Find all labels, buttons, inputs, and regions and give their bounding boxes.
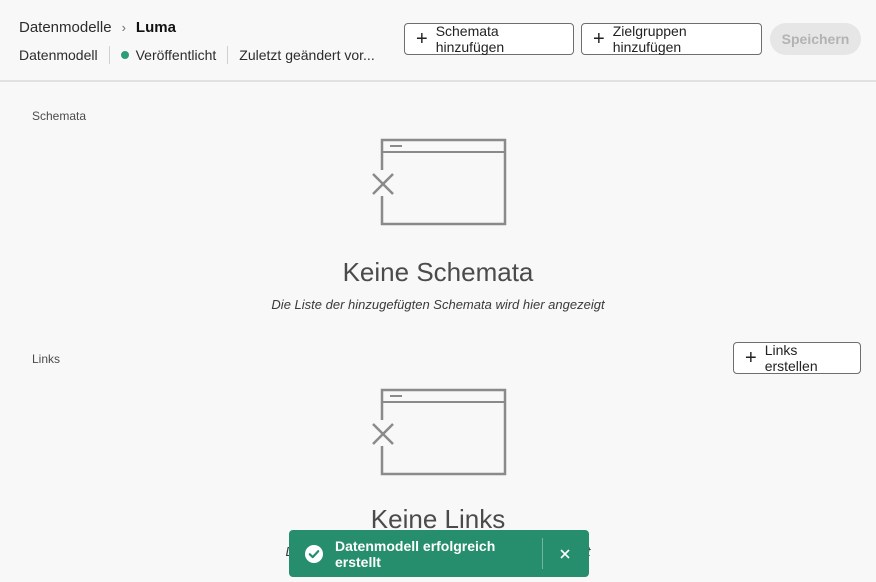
close-icon[interactable] [560, 548, 570, 559]
status-dot-icon [120, 51, 129, 59]
plus-icon: + [416, 28, 428, 50]
empty-window-icon [370, 138, 507, 226]
toast-message: Datenmodell erfolgreich erstellt [335, 537, 496, 570]
meta-model-type: Datenmodell [19, 47, 98, 63]
save-button[interactable]: Speichern [770, 23, 861, 55]
empty-window-icon [370, 388, 507, 476]
toast-divider [542, 538, 543, 569]
add-schemas-button[interactable]: + Schemata hinzufügen [404, 23, 574, 55]
breadcrumb-parent-link[interactable]: Datenmodelle [19, 19, 112, 36]
success-toast: Datenmodell erfolgreich erstellt [289, 530, 589, 577]
last-modified: Zuletzt geändert vor... [239, 47, 375, 63]
create-links-label: Links erstellen [764, 342, 818, 374]
meta-divider [108, 46, 110, 64]
schemas-empty-title: Keine Schemata [342, 257, 534, 287]
plus-icon: + [593, 28, 605, 50]
add-audiences-label: Zielgruppen hinzufügen [612, 23, 687, 55]
chevron-right-icon: › [121, 20, 126, 35]
add-schemas-label: Schemata hinzufügen [435, 23, 505, 55]
links-section-label: Links [32, 352, 61, 366]
status-badge: Veröffentlicht [135, 47, 217, 63]
schemas-section-label: Schemata [32, 109, 87, 123]
model-meta: Datenmodell Veröffentlicht Zuletzt geänd… [19, 46, 375, 64]
checkmark-circle-icon [305, 544, 323, 563]
breadcrumb: Datenmodelle › Luma [19, 19, 176, 36]
schemas-empty-description: Die Liste der hinzugefügten Schemata wir… [271, 297, 605, 312]
create-links-button[interactable]: + Links erstellen [733, 342, 861, 374]
page-header: Datenmodelle › Luma Datenmodell Veröffen… [0, 0, 876, 82]
meta-divider [227, 46, 229, 64]
add-audiences-button[interactable]: + Zielgruppen hinzufügen [581, 23, 762, 55]
plus-icon: + [745, 347, 757, 369]
breadcrumb-current: Luma [135, 19, 176, 36]
